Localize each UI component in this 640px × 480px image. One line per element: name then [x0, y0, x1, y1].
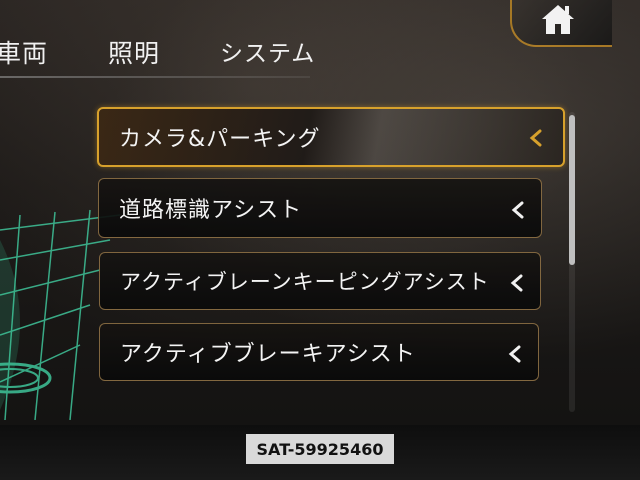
chevron-left-icon — [529, 129, 542, 147]
menu-item-brake-assist[interactable]: アクティブブレーキアシスト — [99, 323, 539, 381]
menu-item-label: アクティブブレーキアシスト — [120, 342, 416, 367]
menu-item-label: 道路標識アシスト — [119, 198, 303, 223]
menu-item-lane-keeping-assist[interactable]: アクティブレーンキーピングアシスト — [99, 252, 541, 310]
tab-underline — [0, 76, 310, 78]
tab-lighting[interactable]: 照明 — [108, 34, 160, 70]
chevron-left-icon — [511, 201, 524, 219]
menu-item-traffic-sign-assist[interactable]: 道路標識アシスト — [98, 178, 542, 238]
menu-item-camera-parking[interactable]: カメラ&パーキング — [97, 107, 565, 167]
chevron-left-icon — [510, 274, 523, 292]
chevron-left-icon — [508, 345, 521, 363]
tab-system[interactable]: システム — [220, 34, 315, 68]
tab-bar: 車両 照明 システム — [0, 24, 314, 74]
tab-vehicle[interactable]: 車両 — [0, 34, 48, 70]
scrollbar-thumb[interactable] — [569, 115, 575, 265]
home-icon[interactable] — [540, 2, 576, 36]
infotainment-screen: 車両 照明 システム カメラ&パーキング 道路標識アシスト アクティブレーンキー… — [0, 0, 640, 425]
menu-item-label: アクティブレーンキーピングアシスト — [120, 270, 490, 294]
menu-item-label: カメラ&パーキング — [119, 127, 321, 152]
overlay-label: SAT-59925460 — [246, 434, 394, 464]
